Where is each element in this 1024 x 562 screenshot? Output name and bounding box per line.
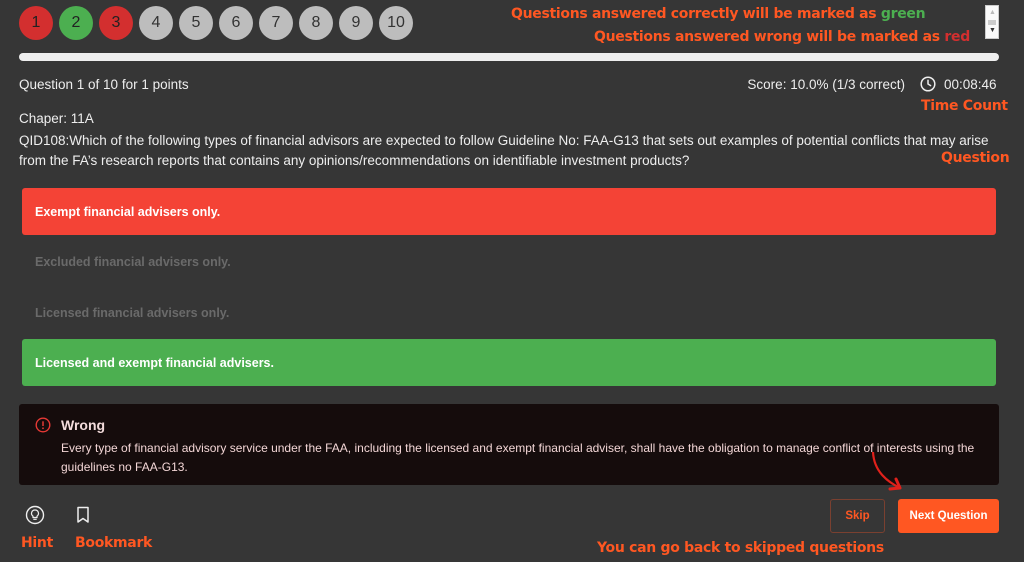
feedback-body: Every type of financial advisory service… — [61, 441, 975, 474]
answer-option-label: Licensed financial advisers only. — [35, 305, 230, 320]
answer-option[interactable]: Licensed financial advisers only. — [22, 289, 996, 336]
question-navigator: 1 2 3 4 5 6 7 8 9 10 — [19, 6, 413, 40]
question-info: Question 1 of 10 for 1 points — [19, 77, 189, 92]
lightbulb-hint-icon[interactable] — [25, 505, 45, 525]
answer-option-label: Exempt financial advisers only. — [35, 204, 221, 219]
question-nav-button[interactable]: 1 — [19, 6, 53, 40]
question-nav-button[interactable]: 6 — [219, 6, 253, 40]
answer-option-label: Excluded financial advisers only. — [35, 254, 231, 269]
scroll-up-icon[interactable]: ▲ — [989, 9, 996, 16]
annotation-hint: Hint — [21, 535, 53, 551]
answer-option[interactable]: Exempt financial advisers only. — [22, 188, 996, 235]
bookmark-icon[interactable] — [75, 506, 91, 524]
progress-fill — [19, 53, 999, 61]
annotation-time-count: Time Count — [921, 98, 1008, 114]
annotation-bookmark: Bookmark — [75, 535, 153, 551]
answer-option[interactable]: Licensed and exempt financial advisers. — [22, 339, 996, 386]
error-icon — [35, 417, 51, 433]
question-nav-button[interactable]: 7 — [259, 6, 293, 40]
scroll-down-icon[interactable]: ▼ — [989, 27, 996, 34]
question-nav-button[interactable]: 4 — [139, 6, 173, 40]
annotation-wrong-legend: Questions answered wrong will be marked … — [594, 29, 970, 45]
annotation-question: Question — [941, 150, 1010, 166]
score-text: Score: 10.0% (1/3 correct) — [747, 77, 905, 92]
progress-bar — [19, 53, 999, 61]
answer-option[interactable]: Excluded financial advisers only. — [22, 238, 996, 285]
question-nav-button[interactable]: 2 — [59, 6, 93, 40]
annotation-text: Questions answered wrong will be marked … — [594, 29, 945, 45]
annotation-arrow-icon — [871, 451, 902, 491]
feedback-panel: Wrong Every type of financial advisory s… — [19, 404, 999, 485]
annotation-skip-note: You can go back to skipped questions — [597, 540, 884, 556]
annotation-correct-legend: Questions answered correctly will be mar… — [511, 6, 926, 22]
scrollbar[interactable]: ▲ ▼ — [985, 5, 999, 39]
question-text: QID108:Which of the following types of f… — [19, 133, 989, 168]
clock-icon — [920, 76, 936, 92]
chapter-label: Chaper: 11A — [19, 111, 94, 126]
question-nav-button[interactable]: 9 — [339, 6, 373, 40]
next-question-button[interactable]: Next Question — [898, 499, 999, 533]
question-nav-button[interactable]: 5 — [179, 6, 213, 40]
annotation-text: Questions answered correctly will be mar… — [511, 6, 881, 22]
timer: 00:08:46 — [944, 77, 997, 92]
annotation-green-word: green — [880, 6, 926, 22]
question-nav-button[interactable]: 10 — [379, 6, 413, 40]
question-nav-button[interactable]: 3 — [99, 6, 133, 40]
feedback-title: Wrong — [61, 417, 106, 433]
scroll-thumb[interactable] — [988, 20, 996, 25]
answer-option-label: Licensed and exempt financial advisers. — [35, 355, 274, 370]
annotation-red-word: red — [944, 29, 970, 45]
skip-button[interactable]: Skip — [830, 499, 885, 533]
question-nav-button[interactable]: 8 — [299, 6, 333, 40]
